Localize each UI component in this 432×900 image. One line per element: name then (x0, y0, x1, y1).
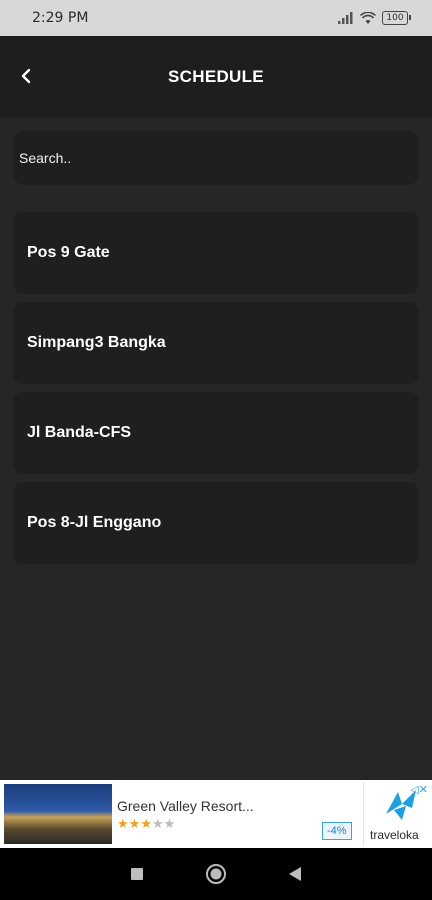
search-box (13, 131, 419, 185)
wifi-icon (360, 11, 376, 24)
star-icon: ★ (151, 816, 164, 831)
schedule-item-label: Simpang3 Bangka (27, 334, 166, 351)
star-icon: ★ (117, 816, 129, 831)
recent-apps-button[interactable] (130, 867, 144, 881)
ad-rating: ★★★★★ (117, 816, 175, 832)
triangle-back-icon (288, 867, 301, 881)
schedule-list: Pos 9 Gate Simpang3 Bangka Jl Banda-CFS … (13, 212, 419, 572)
schedule-item-label: Pos 8-Jl Enggano (27, 514, 162, 531)
ad-image (4, 784, 112, 844)
ad-discount-badge: -4% (322, 822, 352, 840)
ad-choices-icon[interactable]: ◁✕ (410, 783, 428, 796)
ad-title: Green Valley Resort... (117, 798, 254, 814)
status-bar: 2:29 PM 100 (0, 0, 432, 36)
status-time: 2:29 PM (32, 10, 89, 26)
circle-home-icon (205, 864, 226, 884)
page-title: SCHEDULE (168, 67, 264, 86)
schedule-item-label: Pos 9 Gate (27, 244, 110, 261)
schedule-item[interactable]: Pos 8-Jl Enggano (13, 482, 419, 564)
nav-bar (0, 848, 432, 900)
schedule-item[interactable]: Pos 9 Gate (13, 212, 419, 294)
schedule-item[interactable]: Jl Banda-CFS (13, 392, 419, 474)
schedule-item-label: Jl Banda-CFS (27, 424, 132, 441)
battery-level: 100 (386, 13, 404, 23)
battery-icon: 100 (382, 11, 411, 25)
ad-divider (363, 782, 364, 846)
status-icons: 100 (338, 11, 411, 25)
signal-icon (338, 12, 353, 24)
schedule-item[interactable]: Simpang3 Bangka (13, 302, 419, 384)
back-nav-button[interactable] (288, 866, 302, 882)
square-icon (131, 868, 144, 880)
star-icon: ★ (140, 816, 152, 831)
ad-banner[interactable]: Green Valley Resort... ★★★★★ (0, 780, 432, 848)
search-input[interactable] (19, 150, 419, 166)
ad-brand: traveloka (370, 828, 419, 842)
app-header: SCHEDULE (0, 36, 432, 118)
home-button[interactable] (205, 863, 227, 885)
star-icon: ★ (163, 816, 176, 831)
star-icon: ★ (128, 816, 141, 831)
